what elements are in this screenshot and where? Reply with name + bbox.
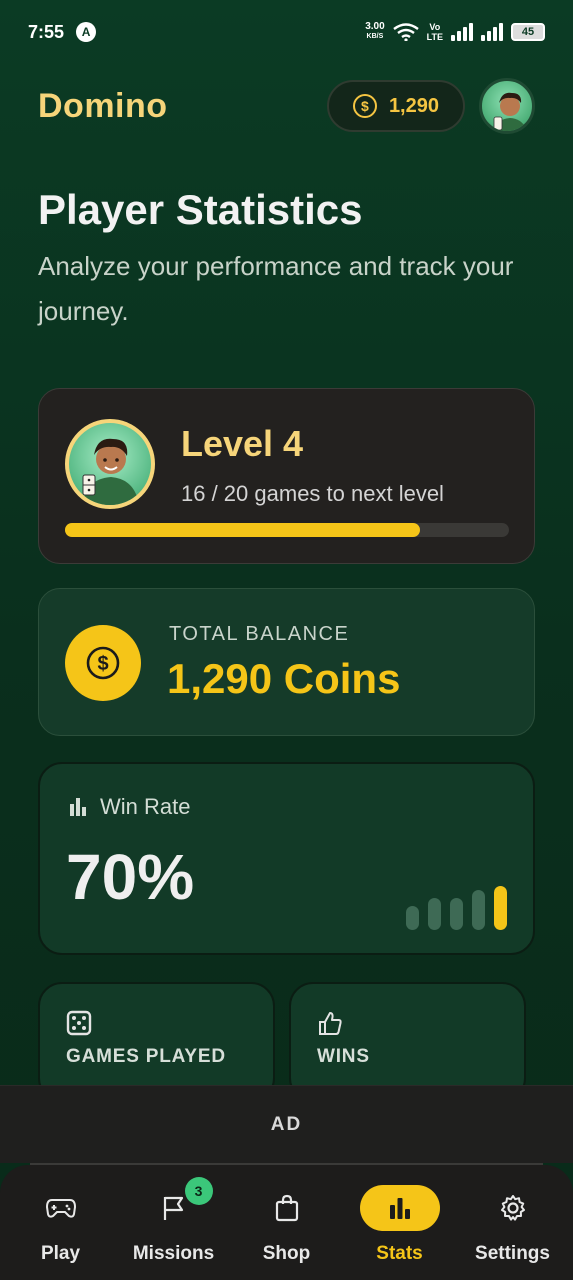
balance-label: TOTAL BALANCE — [169, 623, 350, 645]
page-subtitle: Analyze your performance and track your … — [38, 251, 514, 326]
level-progress-fill — [65, 523, 421, 537]
level-title: Level 4 — [181, 423, 304, 464]
nav-missions-label: Missions — [132, 1243, 215, 1264]
balance-value: 1,290 Coins — [167, 655, 401, 702]
wins-label: WINS — [317, 1046, 370, 1067]
win-rate-bar — [472, 890, 485, 930]
shopping-bag-icon — [275, 1194, 298, 1222]
bar-chart-icon — [389, 1198, 410, 1219]
games-played-label: GAMES PLAYED — [66, 1046, 226, 1067]
bar-chart-icon — [70, 798, 86, 816]
bottom-navigation: Play 3 Missions Shop Stats Settings — [0, 1165, 573, 1280]
avatar-illustration — [493, 92, 527, 131]
status-right: 3.00 KB/S Vo LTE 45 — [365, 22, 545, 42]
win-rate-bar — [494, 886, 507, 930]
battery-icon: 45 — [511, 23, 545, 41]
missions-badge: 3 — [184, 1177, 213, 1205]
svg-text:$: $ — [97, 653, 108, 675]
volte-indicator: Vo LTE — [427, 22, 443, 42]
ad-banner[interactable]: AD — [0, 1085, 573, 1163]
win-rate-bar — [450, 898, 463, 930]
app-header: Domino $ 1,290 — [0, 70, 573, 142]
win-rate-card[interactable]: Win Rate 70% — [38, 762, 535, 955]
page-title: Player Statistics — [38, 186, 363, 233]
avatar-illustration — [82, 438, 139, 505]
win-rate-bar — [428, 898, 441, 930]
coin-balance-pill[interactable]: $ 1,290 — [326, 80, 465, 132]
status-left: 7:55 A — [28, 21, 97, 43]
win-rate-header: Win Rate — [68, 794, 190, 820]
gamepad-icon — [45, 1199, 76, 1218]
dollar-circle-icon: $ — [86, 646, 120, 680]
signal-icon — [451, 23, 473, 41]
network-speed-unit: KB/S — [366, 33, 384, 40]
status-bar: 7:55 A 3.00 KB/S Vo LTE 45 — [0, 0, 573, 64]
nav-settings[interactable]: Settings — [458, 1165, 568, 1280]
network-speed: 3.00 KB/S — [365, 22, 384, 42]
nav-stats-label: Stats — [376, 1243, 423, 1264]
page-header: Player Statistics Analyze your performan… — [38, 186, 538, 334]
signal-icon-2 — [481, 23, 503, 41]
volte-bottom: LTE — [426, 32, 443, 42]
battery-level: 45 — [521, 26, 535, 38]
wifi-icon — [392, 23, 419, 41]
volte-top: Vo — [429, 22, 441, 32]
win-rate-label: Win Rate — [100, 794, 191, 819]
nav-settings-label: Settings — [475, 1243, 550, 1264]
coin-icon: $ — [352, 94, 377, 118]
thumbs-up-icon — [319, 1012, 342, 1035]
status-time: 7:55 — [28, 21, 65, 42]
flag-icon — [163, 1196, 183, 1220]
dice-icon — [66, 1010, 92, 1036]
ad-label: AD — [270, 1113, 303, 1135]
win-rate-value: 70% — [66, 841, 195, 913]
app-notification-icon: A — [76, 22, 97, 42]
coin-icon: $ — [65, 625, 141, 701]
nav-play-label: Play — [40, 1243, 81, 1264]
nav-settings-icon-wrap — [473, 1185, 553, 1231]
level-progress-text: 16 / 20 games to next level — [181, 481, 444, 506]
nav-stats-icon-wrap — [359, 1185, 440, 1231]
nav-shop-icon-wrap — [247, 1185, 327, 1231]
gear-icon — [500, 1195, 525, 1221]
profile-avatar[interactable] — [479, 78, 535, 134]
network-speed-value: 3.00 — [365, 21, 385, 32]
nav-shop-label: Shop — [262, 1243, 311, 1264]
header-actions: $ 1,290 — [326, 78, 535, 134]
win-rate-bars — [406, 886, 507, 930]
wins-card[interactable]: WINS — [289, 982, 526, 1102]
games-played-card[interactable]: GAMES PLAYED — [38, 982, 275, 1102]
win-rate-bar — [406, 906, 419, 930]
nav-stats[interactable]: Stats — [345, 1165, 455, 1280]
nav-play[interactable]: Play — [6, 1165, 116, 1280]
coin-balance-value: 1,290 — [388, 94, 439, 117]
nav-play-icon-wrap — [21, 1185, 101, 1231]
level-avatar — [65, 419, 155, 509]
balance-card[interactable]: $ TOTAL BALANCE 1,290 Coins — [38, 588, 535, 736]
level-card[interactable]: Level 4 16 / 20 games to next level — [38, 388, 535, 564]
nav-shop[interactable]: Shop — [232, 1165, 342, 1280]
level-progress-bar — [65, 523, 509, 537]
nav-missions[interactable]: 3 Missions — [119, 1165, 229, 1280]
app-logo[interactable]: Domino — [38, 87, 168, 126]
